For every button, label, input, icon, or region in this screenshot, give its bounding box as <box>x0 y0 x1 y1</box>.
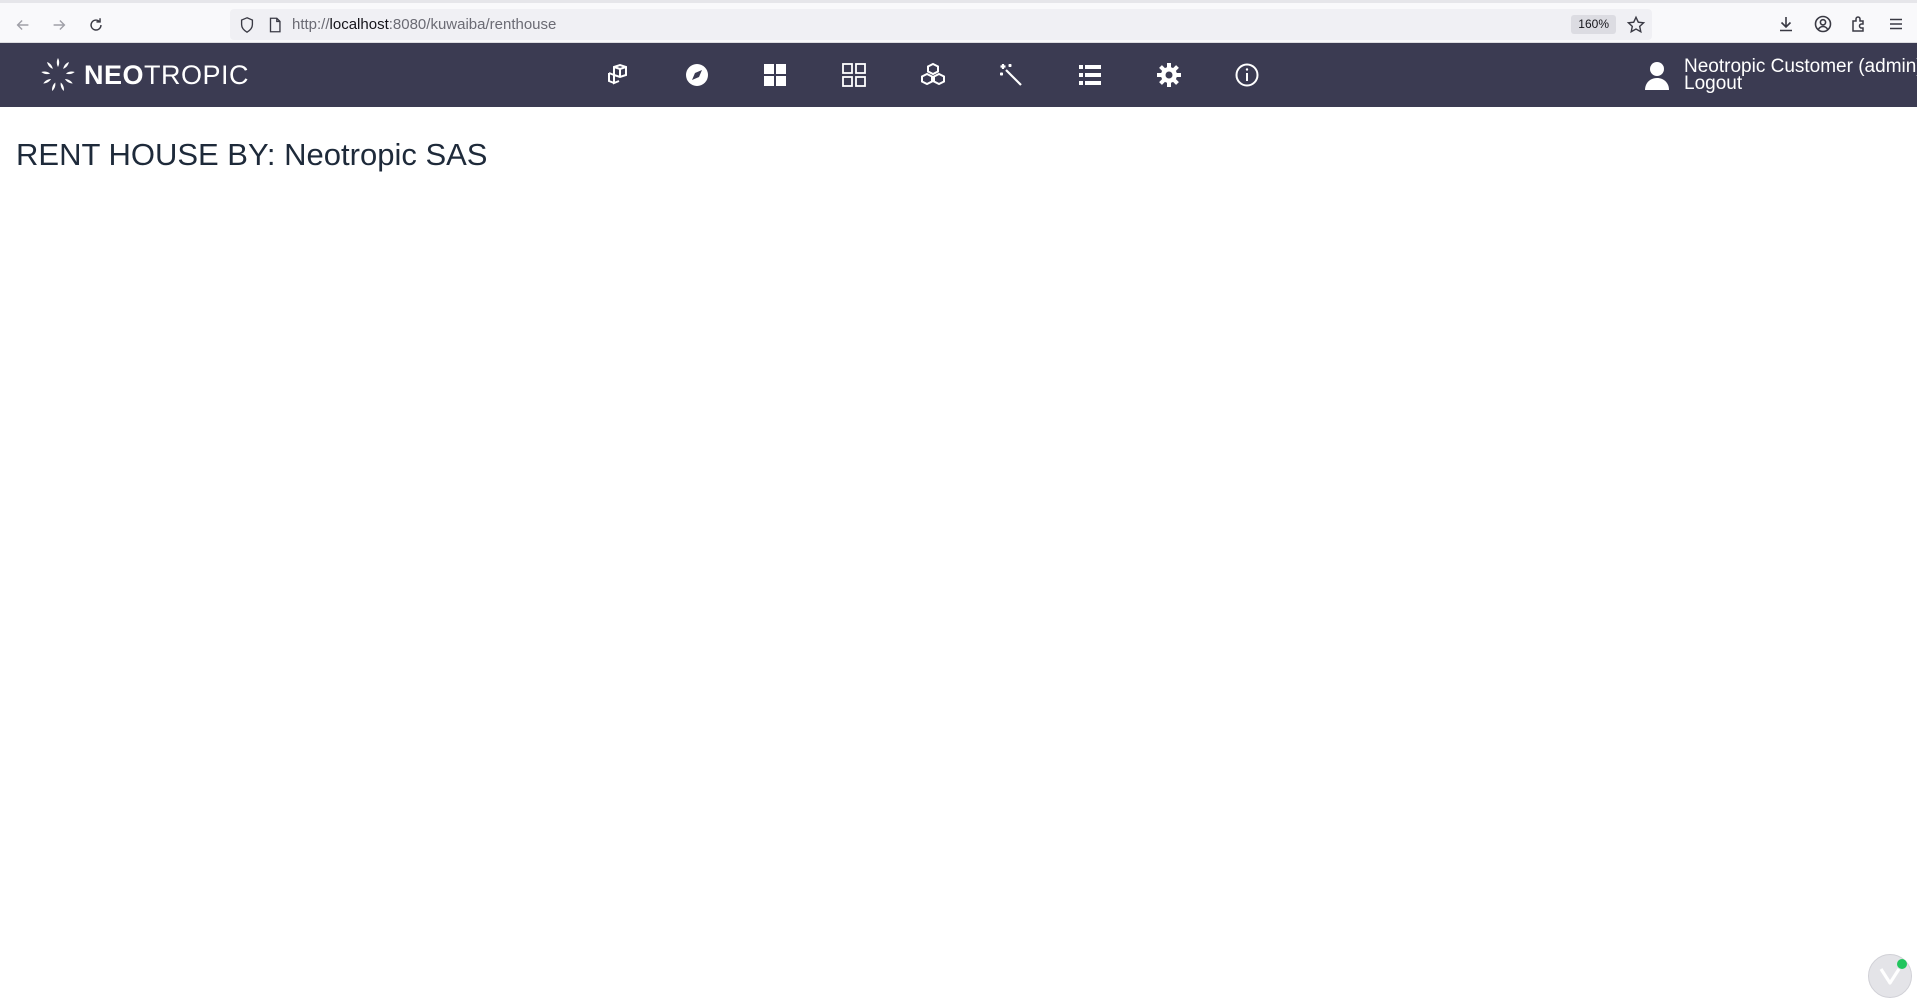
zoom-level-badge[interactable]: 160% <box>1571 15 1616 34</box>
info-icon[interactable] <box>1227 55 1267 95</box>
gear-icon[interactable] <box>1149 55 1189 95</box>
browser-toolbar: http://localhost:8080/kuwaiba/renthouse … <box>0 0 1917 43</box>
page-title: RENT HOUSE BY: Neotropic SAS <box>16 137 488 172</box>
url-path: :8080/kuwaiba/renthouse <box>388 16 557 33</box>
cube-stack-icon[interactable] <box>598 55 638 95</box>
cubes-icon[interactable] <box>913 55 953 95</box>
forward-arrow-icon[interactable] <box>46 12 72 38</box>
url-host: localhost <box>329 16 389 33</box>
reload-icon[interactable] <box>83 12 109 38</box>
logo-wordmark: NEOTROPIC <box>84 60 249 91</box>
compass-icon[interactable] <box>677 55 717 95</box>
shield-icon[interactable] <box>238 16 256 34</box>
status-dot <box>1897 959 1907 969</box>
app-header: NEOTROPIC Neotropic Customer (admin) Log… <box>0 43 1917 107</box>
logo-text-bold: NEO <box>84 59 145 90</box>
chevron-logo-icon <box>1879 968 1901 985</box>
account-icon[interactable] <box>1813 14 1835 36</box>
dashboard-grid-icon[interactable] <box>755 55 795 95</box>
logo-text-light: TROPIC <box>144 59 250 90</box>
list-icon[interactable] <box>1070 55 1110 95</box>
back-arrow-icon[interactable] <box>10 12 36 38</box>
star-icon[interactable] <box>1626 15 1646 35</box>
url-text[interactable]: http://localhost:8080/kuwaiba/renthouse <box>292 16 556 34</box>
hamburger-menu-icon[interactable] <box>1886 14 1908 36</box>
address-bar[interactable]: http://localhost:8080/kuwaiba/renthouse … <box>230 9 1652 40</box>
logout-link[interactable]: Logout <box>1684 74 1742 94</box>
logo-sunburst-icon <box>41 58 75 91</box>
user-icon[interactable] <box>1644 61 1670 91</box>
url-scheme: http:// <box>292 16 330 33</box>
download-icon[interactable] <box>1776 14 1798 36</box>
grid-outline-icon[interactable] <box>834 55 874 95</box>
magic-wand-icon[interactable] <box>991 55 1031 95</box>
neotropic-logo[interactable]: NEOTROPIC <box>38 55 249 95</box>
page-icon[interactable] <box>266 16 284 34</box>
extensions-icon[interactable] <box>1849 14 1871 36</box>
user-menu: Neotropic Customer (admin) Logout <box>1640 51 1917 99</box>
